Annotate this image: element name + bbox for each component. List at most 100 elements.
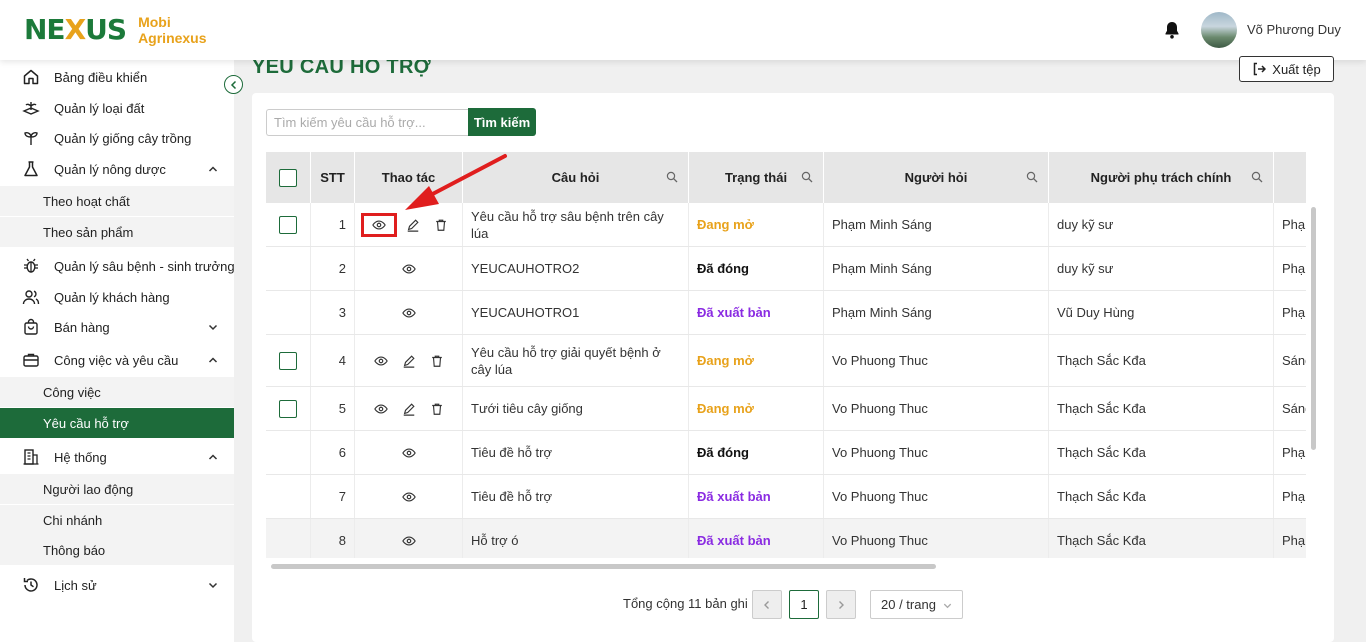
chevron-up-icon[interactable] [207, 451, 219, 463]
table-row[interactable]: 1 Yêu cầu hỗ trợ sâu bệnh trên cây lúa Đan… [266, 203, 1306, 247]
sidebar-item-dashboard[interactable]: Bảng điều khiển [0, 66, 234, 88]
chevron-up-icon[interactable] [207, 163, 219, 175]
prev-page-button[interactable] [752, 590, 782, 619]
sidebar-subitem-branches[interactable]: Chi nhánh [0, 505, 234, 535]
search-icon[interactable] [1026, 171, 1038, 183]
page-size-select[interactable]: 20 / trang [870, 590, 963, 619]
search-input[interactable] [266, 109, 468, 136]
header-stt: STT [311, 152, 355, 203]
sidebar-item-label: Quản lý nông dược [54, 161, 166, 177]
status-cell: Đã xuất bản [689, 519, 824, 558]
delete-icon[interactable] [429, 353, 445, 369]
sidebar-subitem-active-ingredient[interactable]: Theo hoạt chất [0, 186, 234, 216]
header-question[interactable]: Câu hỏi [463, 152, 689, 203]
view-icon[interactable] [401, 261, 417, 277]
sidebar-subitem-workers[interactable]: Người lao động [0, 474, 234, 504]
sidebar-item-system[interactable]: Hệ thống [0, 446, 234, 468]
chevron-down-icon[interactable] [207, 321, 219, 333]
export-button[interactable]: Xuất tệp [1239, 56, 1334, 82]
header-select-all[interactable] [266, 152, 311, 203]
delete-icon[interactable] [433, 217, 449, 233]
view-icon[interactable] [373, 401, 389, 417]
table-row[interactable]: 5 Tưới tiêu cây giống Đang mở Vo Phuong Thu… [266, 387, 1306, 431]
row-select-cell [266, 335, 311, 386]
users-icon [22, 288, 40, 306]
owner-cell: Vũ Duy Hùng [1049, 291, 1274, 334]
bug-icon [22, 257, 40, 275]
stt-cell: 5 [311, 387, 355, 430]
sidebar-item-customers[interactable]: Quản lý khách hàng [0, 286, 234, 308]
edit-icon[interactable] [401, 401, 417, 417]
sidebar-item-label: Lịch sử [54, 577, 97, 593]
sidebar-item-label: Quản lý giống cây trồng [54, 130, 192, 146]
search-icon[interactable] [666, 171, 678, 183]
view-icon[interactable] [401, 489, 417, 505]
sidebar-item-plants[interactable]: Quản lý giống cây trồng [0, 127, 234, 149]
sidebar-subitem-product[interactable]: Theo sản phẩm [0, 217, 234, 247]
vertical-scrollbar[interactable] [1311, 207, 1316, 450]
edit-icon[interactable] [405, 217, 421, 233]
select-all-checkbox[interactable] [279, 168, 297, 187]
avatar[interactable] [1201, 12, 1237, 48]
status-cell: Đã xuất bản [689, 291, 824, 334]
question-cell: YEUCAUHOTRO2 [463, 247, 689, 290]
header-status[interactable]: Trạng thái [689, 152, 824, 203]
sidebar-item-soil[interactable]: Quản lý loại đất [0, 97, 234, 119]
sidebar-subitem-notifications[interactable]: Thông báo [0, 535, 234, 565]
header-extra: N [1274, 152, 1306, 203]
table-row[interactable]: 7 Tiêu đề hỗ trợ Đã xuất bản Vo Phuong Thuc… [266, 475, 1306, 519]
app-header: NEXUS Mobi Agrinexus Võ Phương Duy [0, 0, 1366, 60]
view-icon[interactable] [401, 305, 417, 321]
bell-icon[interactable] [1162, 20, 1182, 40]
view-icon[interactable] [401, 533, 417, 549]
row-checkbox[interactable] [279, 215, 297, 234]
logo[interactable]: NEXUS Mobi Agrinexus [24, 12, 207, 48]
search-icon[interactable] [1251, 171, 1263, 183]
sidebar-item-pesticide[interactable]: Quản lý nông dược [0, 158, 234, 180]
table-row[interactable]: 2 YEUCAUHOTRO2 Đã đóng Phạm Minh Sáng duy kỹ… [266, 247, 1306, 291]
status-cell: Đã xuất bản [689, 475, 824, 518]
sidebar-subitem-tasks[interactable]: Công việc [0, 377, 234, 407]
actions-cell [355, 291, 463, 334]
search-icon[interactable] [801, 171, 813, 183]
sidebar-item-history[interactable]: Lịch sử [0, 574, 234, 596]
row-checkbox[interactable] [279, 399, 297, 418]
next-page-button[interactable] [826, 590, 856, 619]
owner-cell: duy kỹ sư [1049, 247, 1274, 290]
sidebar-collapse-button[interactable] [224, 75, 243, 94]
question-cell: Tưới tiêu cây giống [463, 387, 689, 430]
table-row[interactable]: 8 Hỗ trợ ó Đã xuất bản Vo Phuong Thuc Thạch … [266, 519, 1306, 558]
actions-cell [355, 387, 463, 430]
chevron-down-icon[interactable] [207, 579, 219, 591]
chevron-up-icon[interactable] [207, 354, 219, 366]
asker-cell: Vo Phuong Thuc [824, 475, 1049, 518]
row-select-cell [266, 431, 311, 474]
sidebar-item-work[interactable]: Công việc và yêu cầu [0, 349, 234, 371]
view-icon[interactable] [373, 353, 389, 369]
question-cell: Yêu cầu hỗ trợ giải quyết bệnh ở cây lúa [463, 335, 689, 386]
edit-icon[interactable] [401, 353, 417, 369]
table-row[interactable]: 6 Tiêu đề hỗ trợ Đã đóng Vo Phuong Thuc Thạc… [266, 431, 1306, 475]
asker-cell: Phạm Minh Sáng [824, 247, 1049, 290]
header-asker[interactable]: Người hỏi [824, 152, 1049, 203]
search-button[interactable]: Tìm kiếm [468, 108, 536, 136]
extra-cell: Sáng [1282, 353, 1306, 368]
stt-cell: 3 [311, 291, 355, 334]
header-owner[interactable]: Người phụ trách chính [1049, 152, 1274, 203]
sidebar-subitem-support-requests[interactable]: Yêu cầu hỗ trợ [0, 408, 234, 438]
logo-mark: NEXUS [24, 13, 127, 46]
table-row[interactable]: 3 YEUCAUHOTRO1 Đã xuất bản Phạm Minh Sáng Vũ… [266, 291, 1306, 335]
row-checkbox[interactable] [279, 351, 297, 370]
sidebar-item-sales[interactable]: Bán hàng [0, 316, 234, 338]
username[interactable]: Võ Phương Duy [1247, 22, 1341, 37]
question-cell: Yêu cầu hỗ trợ sâu bệnh trên cây lúa [463, 203, 689, 246]
view-icon[interactable] [360, 212, 397, 237]
owner-cell: Thạch Sắc Kđa [1049, 335, 1274, 386]
table-row[interactable]: 4 Yêu cầu hỗ trợ giải quyết bệnh ở cây lú… [266, 335, 1306, 387]
horizontal-scrollbar[interactable] [271, 564, 936, 569]
page-1-button[interactable]: 1 [789, 590, 819, 619]
sidebar-item-pests[interactable]: Quản lý sâu bệnh - sinh trưởng [0, 255, 235, 277]
view-icon[interactable] [401, 445, 417, 461]
delete-icon[interactable] [429, 401, 445, 417]
total-records: Tổng cộng 11 bản ghi [623, 596, 748, 611]
